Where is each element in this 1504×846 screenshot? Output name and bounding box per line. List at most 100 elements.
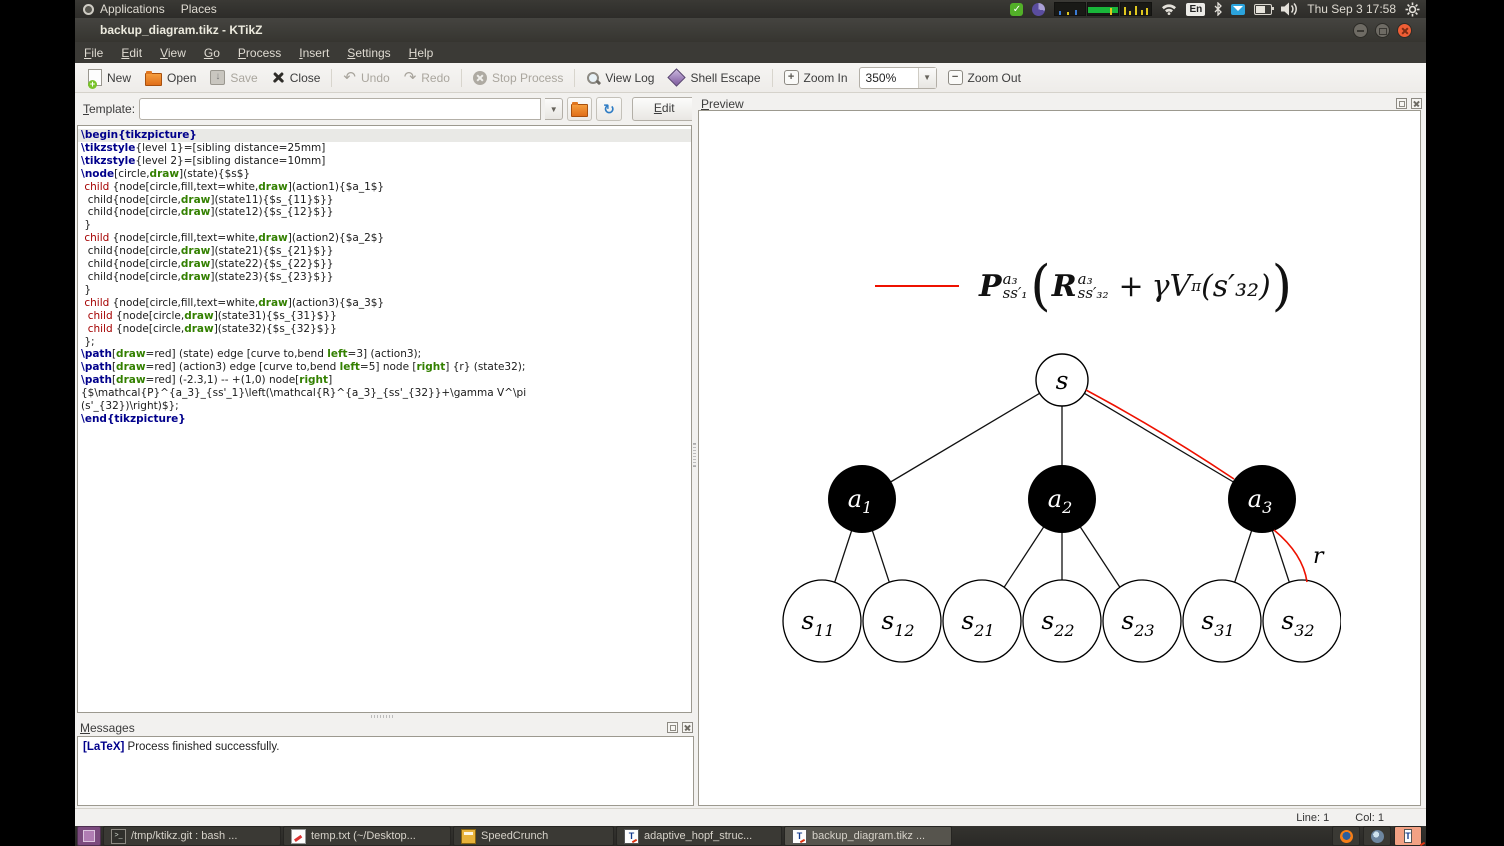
show-desktop-button[interactable] xyxy=(77,826,101,846)
menu-process[interactable]: Process xyxy=(229,46,290,60)
preview-canvas[interactable]: Pa₃ ss′₁ ( Ra₃ ss′₃₂ + γV π (s′₃₂) ) s a… xyxy=(698,110,1421,806)
volume-icon[interactable] xyxy=(1281,2,1298,16)
desktop-screen: Applications Places ✓ En Thu Sep 3 17:58… xyxy=(75,0,1426,846)
new-button[interactable]: + New xyxy=(81,66,138,89)
preview-float-icon[interactable] xyxy=(1396,98,1407,109)
session-gear-icon[interactable] xyxy=(1405,2,1420,17)
maximize-button[interactable] xyxy=(1375,22,1390,38)
firefox-icon xyxy=(1339,829,1353,843)
redo-icon: ↷ xyxy=(403,68,417,86)
zoom-dropdown-arrow[interactable]: ▼ xyxy=(917,67,936,88)
statusbar-col: Col: 1 xyxy=(1355,811,1384,824)
template-row: Template: ▼ ↻ Edit xyxy=(75,93,697,125)
ktikz-icon: T xyxy=(1404,829,1412,843)
applications-menu[interactable]: Applications xyxy=(75,0,173,18)
mail-indicator-icon[interactable] xyxy=(1231,3,1246,15)
terminal-icon: >_ xyxy=(111,828,126,844)
messages-dock: Messages [LaTeX] Process finished succes… xyxy=(75,719,697,808)
redo-button: ↷ Redo xyxy=(403,68,450,86)
wifi-icon[interactable] xyxy=(1161,3,1177,15)
menubar: File Edit View Go Process Insert Setting… xyxy=(75,42,1426,63)
desktop-top-panel: Applications Places ✓ En Thu Sep 3 17:58 xyxy=(75,0,1426,18)
globe-icon xyxy=(1370,829,1384,843)
tikz-preview-diagram: s a1 a2 a3 s11 s12 s21 s22 s23 s31 s32 r xyxy=(782,353,1341,663)
save-icon: ↓ xyxy=(210,70,226,85)
latex-formula: Pa₃ ss′₁ ( Ra₃ ss′₃₂ + γV π (s′₃₂) ) xyxy=(875,259,1293,313)
system-monitor-applet[interactable] xyxy=(1054,2,1153,16)
task-adaptive-hopf[interactable]: T adaptive_hopf_struc... xyxy=(616,826,782,846)
preview-dock: Preview Pa₃ ss′₁ ( Ra₃ ss′₃₂ + γV π (s′₃₂) … xyxy=(697,93,1426,808)
menu-go[interactable]: Go xyxy=(195,46,229,60)
template-edit-button[interactable]: Edit xyxy=(631,97,697,121)
undo-icon: ↶ xyxy=(343,68,356,86)
new-document-icon: + xyxy=(88,69,102,89)
menu-edit[interactable]: Edit xyxy=(112,46,151,60)
open-folder-icon xyxy=(145,70,163,86)
shell-escape-icon xyxy=(667,68,687,87)
zoom-out-icon: − xyxy=(947,70,963,85)
zoom-out-button[interactable]: − Zoom Out xyxy=(941,67,1028,88)
preview-title: Preview xyxy=(701,96,744,111)
view-log-button[interactable]: View Log xyxy=(579,68,661,88)
menu-file[interactable]: File xyxy=(75,46,112,60)
red-edge-s-a3 xyxy=(1085,389,1235,480)
template-browse-button[interactable] xyxy=(567,97,593,121)
window-titlebar[interactable]: backup_diagram.tikz - KTikZ xyxy=(75,18,1426,42)
distributor-logo-icon xyxy=(83,3,94,15)
messages-close-icon[interactable] xyxy=(682,722,693,733)
battery-icon[interactable] xyxy=(1254,3,1275,15)
bluetooth-icon[interactable] xyxy=(1214,2,1223,16)
messages-log[interactable]: [LaTeX] Process finished successfully. xyxy=(77,736,694,806)
task-speedcrunch[interactable]: SpeedCrunch xyxy=(453,826,614,846)
shell-escape-button[interactable]: Shell Escape xyxy=(661,68,767,88)
open-button[interactable]: Open xyxy=(138,67,203,89)
template-label: Template: xyxy=(83,102,136,116)
code-editor[interactable]: \begin{tikzpicture} \tikzstyle{level 1}=[… xyxy=(77,125,692,713)
taskbar: >_ /tmp/ktikz.git : bash ... temp.txt (~… xyxy=(75,826,1426,846)
zoom-level-value[interactable]: 350% xyxy=(860,71,918,85)
menu-settings[interactable]: Settings xyxy=(338,46,399,60)
reload-icon: ↻ xyxy=(603,100,615,117)
statusbar-line: Line: 1 xyxy=(1296,811,1330,824)
main-toolbar: + New Open ↓ Save Close ↶ Undo ↷ Redo St… xyxy=(75,63,1426,93)
applications-menu-label: Applications xyxy=(100,2,165,16)
undo-button: ↶ Undo xyxy=(343,68,390,86)
view-log-icon xyxy=(586,71,600,85)
zoom-level-combobox[interactable]: 350% ▼ xyxy=(858,66,937,89)
menu-help[interactable]: Help xyxy=(400,46,443,60)
statusbar: Line: 1 Col: 1 xyxy=(75,808,1426,826)
menu-view[interactable]: View xyxy=(151,46,195,60)
globe-tray-button[interactable] xyxy=(1363,826,1391,846)
keyboard-layout-indicator[interactable]: En xyxy=(1186,2,1206,16)
red-edge-a3-s32 xyxy=(1273,529,1308,583)
zoom-in-button[interactable]: + Zoom In xyxy=(777,67,855,88)
task-text-editor[interactable]: temp.txt (~/Desktop... xyxy=(283,826,451,846)
close-file-button[interactable]: Close xyxy=(265,68,328,88)
preview-close-icon[interactable] xyxy=(1411,98,1422,109)
ktikz-icon: T xyxy=(624,828,639,844)
close-window-button[interactable] xyxy=(1397,22,1412,38)
task-terminal[interactable]: >_ /tmp/ktikz.git : bash ... xyxy=(103,826,281,846)
messages-float-icon[interactable] xyxy=(667,722,678,733)
clock[interactable]: Thu Sep 3 17:58 xyxy=(1307,2,1396,16)
menu-insert[interactable]: Insert xyxy=(290,46,338,60)
red-line-sample xyxy=(875,285,959,287)
stop-process-button: Stop Process xyxy=(466,68,570,88)
svg-text:s: s xyxy=(1056,366,1069,395)
zoom-in-icon: + xyxy=(783,70,799,85)
code-area[interactable]: \begin{tikzpicture} \tikzstyle{level 1}=[… xyxy=(78,126,691,426)
text-editor-icon xyxy=(291,828,306,844)
firefox-tray-button[interactable] xyxy=(1332,826,1360,846)
template-combobox[interactable] xyxy=(139,98,542,120)
time-tracker-icon[interactable] xyxy=(1032,2,1046,16)
ktikz-tray-button[interactable]: T xyxy=(1394,826,1422,846)
places-menu[interactable]: Places xyxy=(173,0,225,18)
minimize-button[interactable] xyxy=(1353,22,1368,38)
task-backup-diagram[interactable]: T backup_diagram.tikz ... xyxy=(784,826,952,846)
template-reload-button[interactable]: ↻ xyxy=(596,97,622,121)
save-button: ↓ Save xyxy=(203,67,264,88)
close-file-icon xyxy=(272,71,285,84)
template-dropdown-arrow[interactable]: ▼ xyxy=(545,98,564,120)
updates-ok-icon[interactable]: ✓ xyxy=(1010,2,1024,16)
browse-folder-icon xyxy=(571,102,589,117)
